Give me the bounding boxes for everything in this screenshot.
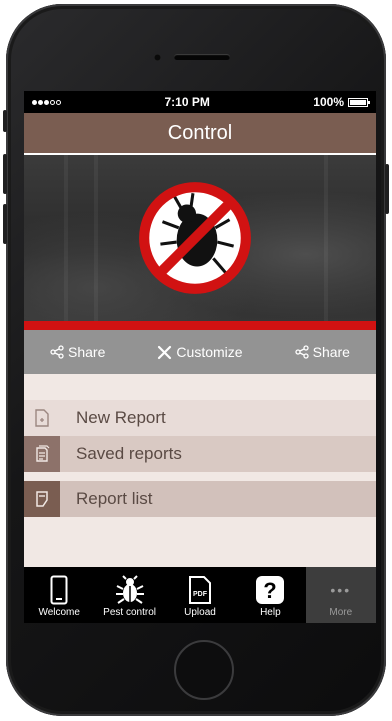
share-left-label: Share [68, 344, 106, 360]
tab-upload[interactable]: PDF Upload [165, 567, 235, 623]
pdf-badge-text: PDF [193, 591, 208, 598]
status-time: 7:10 PM [164, 95, 210, 109]
share-button-left[interactable]: Share [50, 344, 105, 360]
volume-down-button [3, 204, 7, 244]
bug-icon [115, 575, 144, 604]
app-header: Control [24, 113, 376, 155]
tab-help[interactable]: ? Help [235, 567, 305, 623]
silent-switch [3, 110, 7, 132]
customize-label: Customize [176, 344, 243, 360]
more-icon: ••• [330, 582, 352, 598]
tab-label: Upload [184, 607, 216, 618]
tab-label: More [329, 607, 353, 618]
menu-item-report-list[interactable]: Report list [24, 481, 376, 517]
customize-button[interactable]: Customize [157, 344, 243, 360]
menu-item-label: Saved reports [76, 444, 182, 463]
tab-label: Pest control [103, 607, 156, 618]
menu-item-new-report[interactable]: New Report [24, 400, 376, 436]
tab-label: Welcome [38, 607, 80, 618]
new-document-icon [24, 400, 60, 436]
help-icon: ? [256, 576, 285, 604]
wrench-icon [158, 345, 172, 359]
tab-welcome[interactable]: Welcome [24, 567, 94, 623]
tab-bar: Welcome Pest control PDF Upload ? Help •… [24, 567, 376, 623]
action-bar: Share Customize Share [24, 330, 376, 374]
menu-item-label: New Report [76, 408, 166, 427]
menu-list: New Report Saved reports Report list [24, 374, 376, 579]
menu-item-saved-reports[interactable]: Saved reports [24, 436, 376, 472]
tab-pest-control[interactable]: Pest control [94, 567, 164, 623]
battery-icon [348, 97, 370, 107]
saved-document-icon [24, 436, 60, 472]
menu-item-label: Report list [76, 489, 153, 508]
page-title: Control [167, 121, 233, 144]
hero-banner [24, 155, 376, 321]
phone-icon [50, 575, 68, 605]
earpiece-speaker [174, 54, 230, 60]
front-camera [154, 54, 161, 61]
volume-up-button [3, 154, 7, 194]
home-button[interactable] [174, 640, 234, 700]
no-bugs-icon [139, 182, 251, 294]
tab-more[interactable]: ••• More [305, 567, 376, 623]
power-button [385, 164, 389, 214]
tab-label: Help [260, 607, 281, 618]
accent-divider [24, 321, 376, 330]
share-button-right[interactable]: Share [294, 344, 350, 360]
battery-level: 100% [313, 95, 344, 109]
report-list-icon [24, 481, 60, 517]
share-right-label: Share [312, 344, 350, 360]
share-icon [294, 345, 309, 359]
status-bar: 7:10 PM 100% [24, 91, 376, 113]
share-icon [50, 345, 64, 359]
app-screen: 7:10 PM 100% Control Share Customize Sha… [24, 91, 376, 623]
help-glyph: ? [264, 578, 277, 603]
signal-strength-icon [32, 99, 61, 105]
pdf-icon: PDF [188, 576, 211, 604]
